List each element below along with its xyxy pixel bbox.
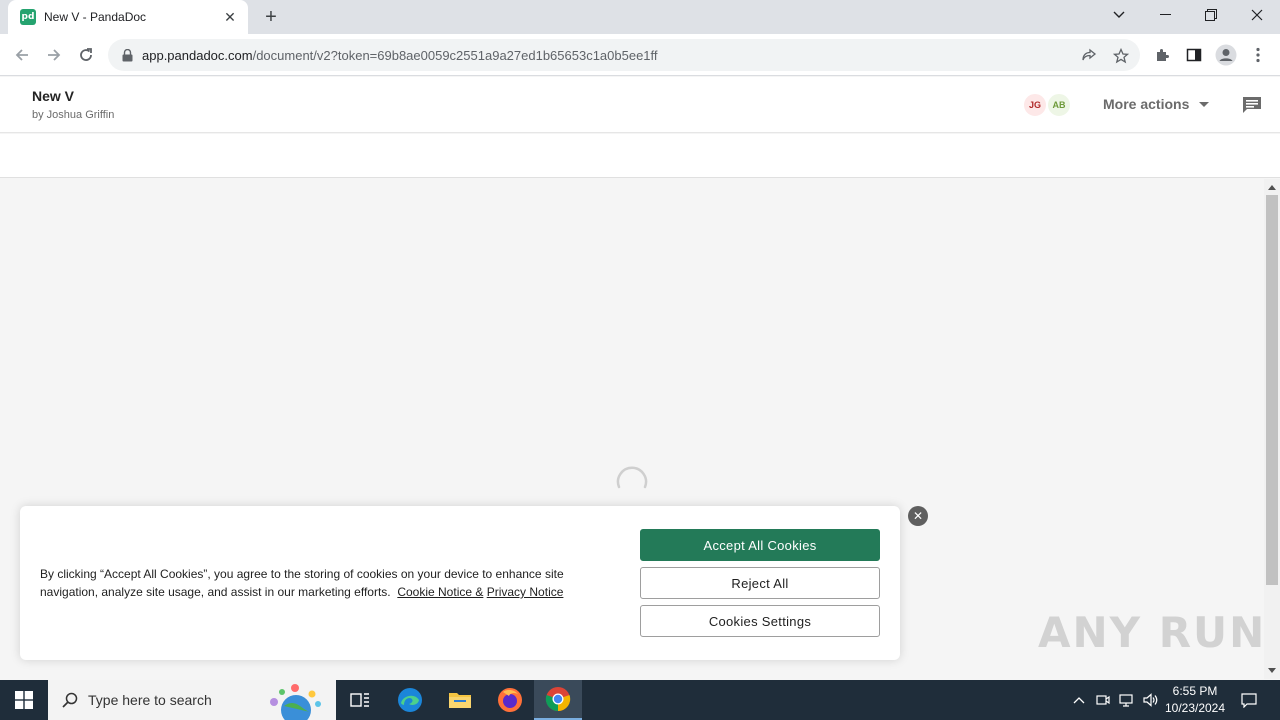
- show-hidden-icons-chevron-icon[interactable]: [1068, 680, 1090, 720]
- minimize-icon[interactable]: [1142, 0, 1188, 30]
- more-actions-label: More actions: [1103, 96, 1190, 112]
- avatar-ab[interactable]: AB: [1046, 92, 1072, 118]
- side-panel-icon[interactable]: [1182, 43, 1206, 67]
- extensions-puzzle-icon[interactable]: [1150, 43, 1174, 67]
- cookie-notice-link[interactable]: Cookie Notice &: [397, 585, 483, 599]
- document-toolbar: [0, 134, 1280, 178]
- cookie-banner-close-icon[interactable]: ✕: [908, 506, 928, 526]
- task-view-icon[interactable]: [336, 680, 384, 720]
- lock-icon[interactable]: [120, 48, 134, 62]
- edge-browser-icon[interactable]: [386, 680, 434, 720]
- document-header: New V by Joshua Griffin JG AB More actio…: [0, 77, 1280, 133]
- tab-close-icon[interactable]: ✕: [222, 9, 238, 26]
- document-title: New V: [32, 88, 75, 104]
- search-icon: [62, 692, 78, 708]
- search-highlight-globe-icon: [270, 684, 321, 720]
- bookmark-star-icon[interactable]: [1112, 47, 1130, 65]
- comments-icon[interactable]: [1241, 95, 1263, 115]
- browser-tab[interactable]: pd New V - PandaDoc ✕: [8, 0, 248, 34]
- browser-tabstrip: pd New V - PandaDoc ✕ +: [0, 0, 1280, 34]
- chrome-menu-icon[interactable]: [1246, 43, 1270, 67]
- clock-time: 6:55 PM: [1172, 684, 1218, 698]
- document-author: by Joshua Griffin: [32, 109, 115, 121]
- scroll-down-arrow-icon[interactable]: [1268, 668, 1276, 673]
- taskbar-search-box[interactable]: Type here to search: [48, 680, 336, 720]
- scrollbar-thumb[interactable]: [1266, 195, 1278, 585]
- window-close-icon[interactable]: [1234, 0, 1280, 30]
- clock-date: 10/23/2024: [1164, 701, 1226, 715]
- browser-toolbar: app.pandadoc.com/document/v2?token=69b8a…: [0, 34, 1280, 76]
- tab-title: New V - PandaDoc: [44, 10, 147, 24]
- profile-avatar-icon[interactable]: [1214, 43, 1238, 67]
- restore-icon[interactable]: [1188, 0, 1234, 30]
- url-path: /document/v2?token=69b8ae0059c2551a9a27e…: [252, 47, 658, 63]
- network-icon[interactable]: [1116, 680, 1138, 720]
- system-clock[interactable]: 6:55 PM 10/23/2024: [1160, 683, 1230, 717]
- notifications-icon[interactable]: [1234, 680, 1264, 720]
- accept-all-cookies-button[interactable]: Accept All Cookies: [640, 529, 880, 561]
- forward-arrow-icon[interactable]: [42, 43, 66, 67]
- firefox-icon[interactable]: [486, 680, 534, 720]
- windows-taskbar: Type here to search 6:55 PM 10/23/2024: [0, 680, 1280, 720]
- back-arrow-icon[interactable]: [10, 43, 34, 67]
- reload-icon[interactable]: [74, 43, 98, 67]
- share-icon[interactable]: [1080, 47, 1098, 65]
- url-host: app.pandadoc.com: [142, 47, 253, 63]
- avatar-jg[interactable]: JG: [1022, 92, 1048, 118]
- cookie-consent-message: By clicking “Accept All Cookies”, you ag…: [40, 567, 564, 599]
- address-bar[interactable]: app.pandadoc.com/document/v2?token=69b8a…: [108, 39, 1140, 71]
- privacy-notice-link[interactable]: Privacy Notice: [487, 585, 564, 599]
- volume-icon[interactable]: [1140, 680, 1162, 720]
- new-tab-icon[interactable]: +: [259, 5, 283, 29]
- caret-down-icon: [1199, 101, 1210, 107]
- pandadoc-favicon-icon: pd: [20, 9, 36, 25]
- reject-all-button[interactable]: Reject All: [640, 567, 880, 599]
- cookie-consent-text: By clicking “Accept All Cookies”, you ag…: [40, 565, 580, 601]
- anyrun-watermark: ANY RUN: [1038, 608, 1267, 657]
- cookies-settings-button[interactable]: Cookies Settings: [640, 605, 880, 637]
- taskbar-search-placeholder: Type here to search: [88, 692, 212, 708]
- cookie-consent-banner: By clicking “Accept All Cookies”, you ag…: [20, 506, 900, 660]
- meet-now-icon[interactable]: [1092, 680, 1114, 720]
- chrome-taskbar-icon[interactable]: [534, 680, 582, 720]
- loading-spinner-icon: [616, 466, 648, 489]
- scroll-up-arrow-icon[interactable]: [1268, 185, 1276, 190]
- windows-start-icon[interactable]: [0, 680, 48, 720]
- scrollbar[interactable]: [1264, 179, 1280, 679]
- file-explorer-icon[interactable]: [436, 680, 484, 720]
- more-actions-button[interactable]: More actions: [1103, 96, 1210, 112]
- tab-search-chevron-icon[interactable]: [1096, 0, 1142, 30]
